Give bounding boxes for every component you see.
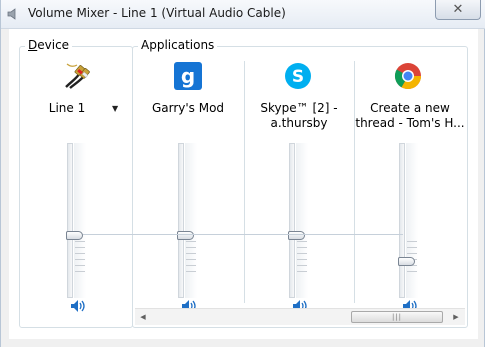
tick-mark <box>407 253 417 254</box>
tick-mark <box>297 265 307 266</box>
tick-mark <box>297 247 307 248</box>
tick-mark <box>407 241 417 242</box>
tick-mark <box>186 247 196 248</box>
scroll-left-arrow-icon[interactable]: ◀ <box>135 309 151 325</box>
tick-mark <box>297 259 307 260</box>
volume-fill <box>289 143 295 298</box>
scrollbar-thumb[interactable]: ||| <box>351 311 443 323</box>
tick-mark <box>75 265 85 266</box>
horizontal-scrollbar[interactable]: ◀ ||| ▶ <box>135 308 465 325</box>
skype-volume-slider-thumb[interactable] <box>288 231 305 240</box>
applications-group: Applications g Garry's Mod S Skype™ [2] … <box>132 38 468 328</box>
applications-group-label: Applications <box>138 38 218 52</box>
window-title: Volume Mixer - Line 1 (Virtual Audio Cab… <box>28 6 286 20</box>
tick-mark <box>75 247 85 248</box>
master-volume-line <box>83 234 403 235</box>
tick-mark <box>407 271 417 272</box>
device-volume-fill <box>67 143 73 298</box>
mixer-client-area: Device Line 1 ▼ Applications g Garry's M… <box>9 29 478 339</box>
device-volume-slider-thumb[interactable] <box>66 231 83 240</box>
volume-mixer-window: Volume Mixer - Line 1 (Virtual Audio Cab… <box>0 0 485 347</box>
tick-mark <box>186 259 196 260</box>
rca-cable-icon <box>65 63 90 89</box>
device-group: Device Line 1 ▼ <box>19 38 133 328</box>
tick-mark <box>75 253 85 254</box>
peak-meter <box>296 143 308 298</box>
garrys-mod-icon: g <box>174 62 202 90</box>
tick-mark <box>75 241 85 242</box>
device-peak-meter <box>74 143 86 298</box>
tick-mark <box>75 271 85 272</box>
scrollbar-grip-icon: ||| <box>391 313 403 321</box>
tick-mark <box>186 253 196 254</box>
skype-icon: S <box>285 63 311 89</box>
column-divider <box>244 61 245 303</box>
svg-text:g: g <box>181 64 195 88</box>
peak-meter <box>406 143 418 298</box>
close-button[interactable]: ✕ <box>435 0 481 20</box>
tick-mark <box>297 253 307 254</box>
tick-mark <box>297 271 307 272</box>
device-mute-speaker-icon[interactable] <box>70 299 86 313</box>
svg-text:S: S <box>292 67 304 87</box>
device-group-label: Device <box>25 38 73 52</box>
scroll-right-arrow-icon[interactable]: ▶ <box>448 309 464 325</box>
speaker-icon <box>7 8 16 20</box>
garrys-mod-volume-track[interactable] <box>177 143 200 298</box>
chrome-icon <box>394 63 422 90</box>
garrys-mod-volume-slider-thumb[interactable] <box>177 231 194 240</box>
device-volume-track[interactable] <box>66 143 89 298</box>
tick-mark <box>297 241 307 242</box>
app-name-garrys-mod: Garry's Mod <box>151 101 225 115</box>
chevron-down-icon[interactable]: ▼ <box>112 104 118 113</box>
volume-fill <box>178 143 184 298</box>
column-divider <box>354 61 355 303</box>
peak-meter <box>185 143 197 298</box>
app-name-chrome: Create a new thread - Tom's H... <box>355 101 465 130</box>
tick-mark <box>186 241 196 242</box>
chrome-volume-track[interactable] <box>398 143 421 298</box>
tick-mark <box>186 271 196 272</box>
tick-mark <box>186 265 196 266</box>
tick-mark <box>75 259 85 260</box>
close-icon: ✕ <box>452 2 464 17</box>
volume-fill <box>399 143 405 298</box>
app-name-skype: Skype™ [2] - a.thursby <box>260 101 338 130</box>
title-bar[interactable]: Volume Mixer - Line 1 (Virtual Audio Cab… <box>1 0 485 29</box>
device-name-dropdown-label[interactable]: Line 1 <box>22 101 112 116</box>
chrome-volume-slider-thumb[interactable] <box>398 257 415 266</box>
tick-mark <box>407 247 417 248</box>
skype-volume-track[interactable] <box>288 143 311 298</box>
